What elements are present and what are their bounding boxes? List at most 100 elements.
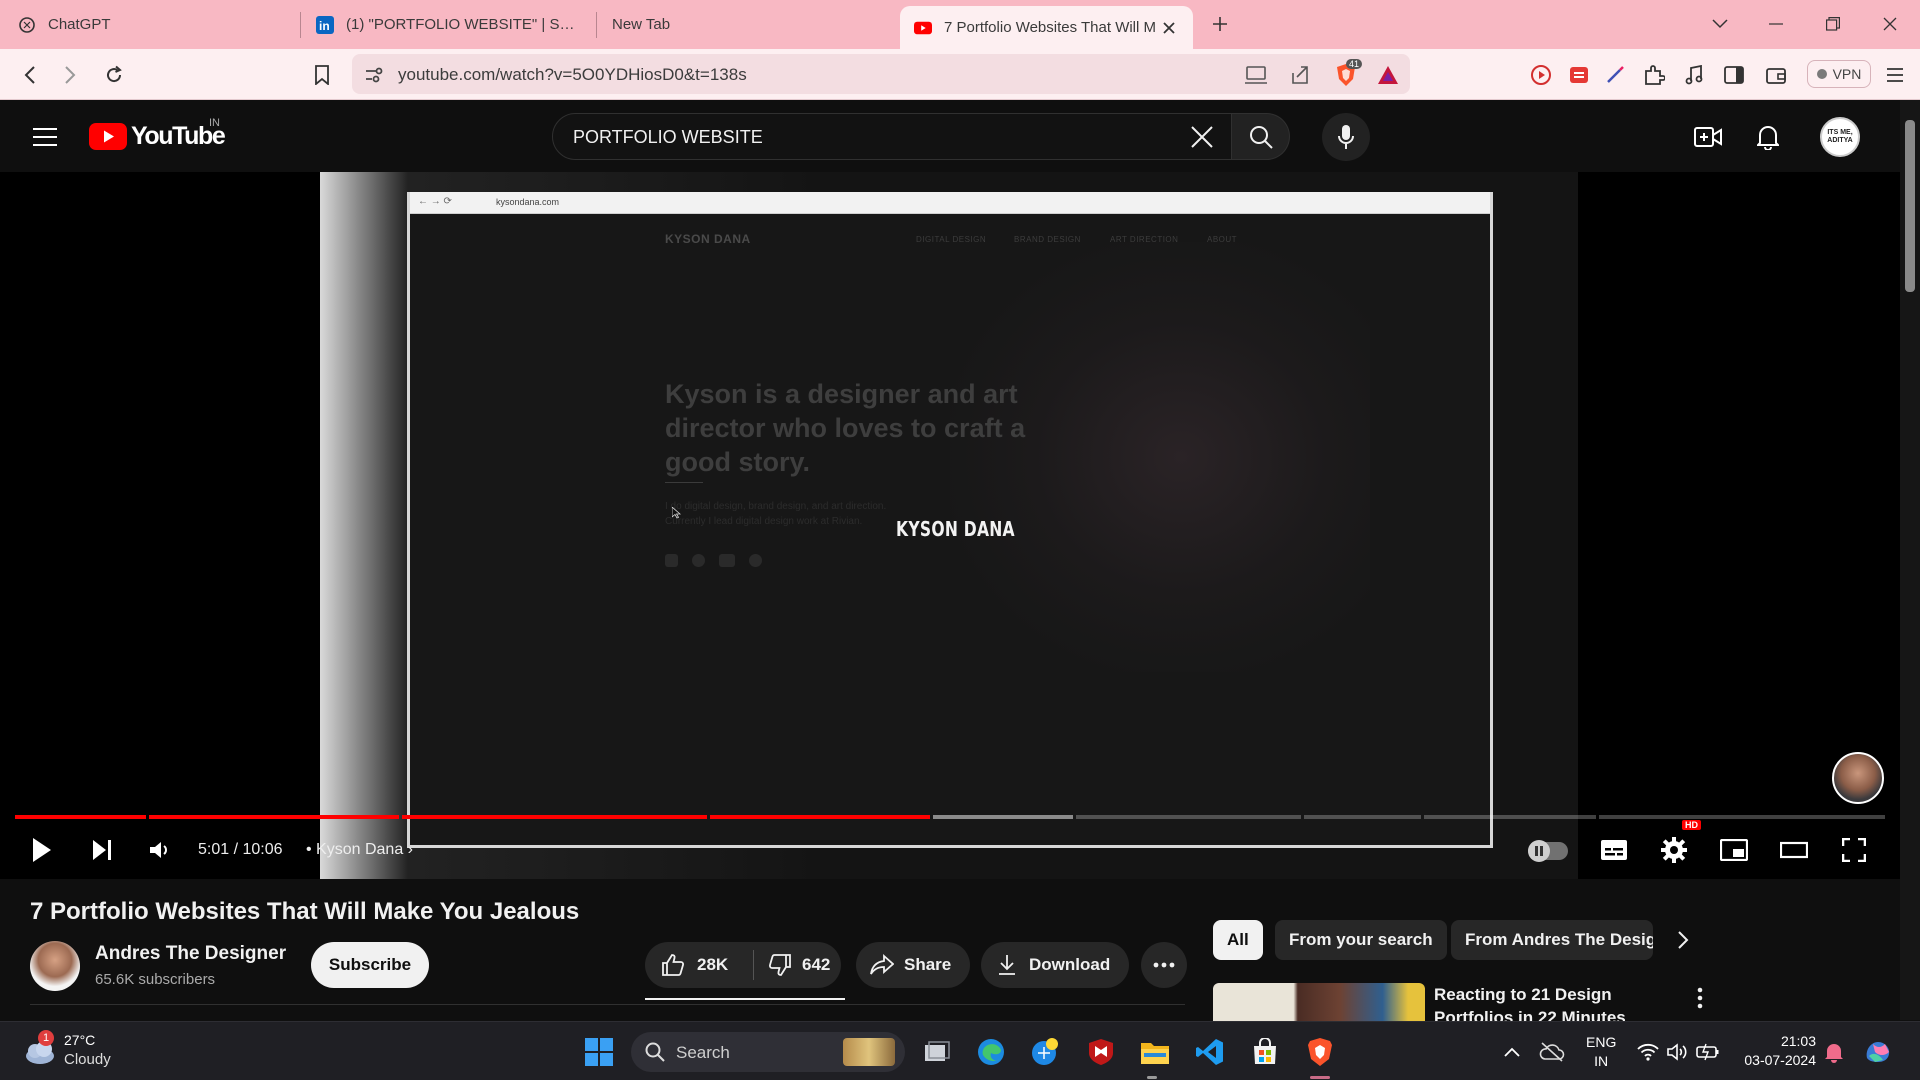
chapter-segment[interactable]: [933, 815, 1073, 819]
pen-extension-icon[interactable]: [1601, 61, 1629, 89]
reload-icon[interactable]: [100, 61, 128, 89]
fullscreen-button[interactable]: [1834, 830, 1874, 870]
clear-search-icon[interactable]: [1189, 124, 1215, 150]
chapter-title[interactable]: • Kyson Dana ›: [306, 841, 413, 859]
onedrive-offline-icon[interactable]: [1536, 1036, 1568, 1068]
related-video-title[interactable]: Reacting to 21 Design Portfolios in 22 M…: [1434, 983, 1664, 1023]
tab-new-tab[interactable]: New Tab: [598, 4, 888, 45]
brave-rewards-icon[interactable]: [1376, 63, 1400, 87]
tab-youtube-active[interactable]: 7 Portfolio Websites That Will M: [900, 6, 1193, 49]
tab-search-chevron-icon[interactable]: [1708, 12, 1732, 36]
chapter-segment[interactable]: [1424, 815, 1596, 819]
windows-start-icon[interactable]: [583, 1036, 615, 1068]
sidebar-icon[interactable]: [1720, 61, 1748, 89]
download-button[interactable]: Download: [981, 942, 1129, 988]
search-highlight-art: [843, 1038, 895, 1066]
like-button[interactable]: 28K: [645, 953, 745, 977]
battery-icon[interactable]: [1692, 1036, 1724, 1068]
channel-avatar[interactable]: [30, 941, 80, 991]
fullscreen-icon: [1842, 838, 1866, 862]
voice-search-button[interactable]: [1322, 113, 1370, 161]
tab-chatgpt[interactable]: ChatGPT: [4, 4, 294, 45]
guide-menu-icon[interactable]: [30, 122, 60, 152]
back-icon[interactable]: [16, 61, 44, 89]
forward-icon[interactable]: [56, 61, 84, 89]
progress-bar[interactable]: [15, 815, 1885, 819]
related-more-icon[interactable]: [1688, 986, 1712, 1010]
record-icon[interactable]: [1527, 61, 1555, 89]
mcafee-icon[interactable]: [1085, 1036, 1117, 1068]
mute-button[interactable]: [140, 830, 180, 870]
extensions-icon[interactable]: [1640, 61, 1668, 89]
chip-from-your-search[interactable]: From your search: [1275, 920, 1447, 960]
vscode-icon[interactable]: [1194, 1036, 1226, 1068]
close-window-icon[interactable]: [1878, 12, 1902, 36]
dislike-button[interactable]: 642: [754, 953, 830, 977]
tab-linkedin[interactable]: in (1) "PORTFOLIO WEBSITE" | Search |: [302, 4, 592, 45]
file-explorer-icon[interactable]: [1139, 1036, 1171, 1068]
theater-mode-button[interactable]: [1774, 830, 1814, 870]
subscribe-button[interactable]: Subscribe: [311, 942, 429, 988]
account-avatar[interactable]: ITS ME, ADITYA: [1820, 117, 1860, 157]
share-page-icon[interactable]: [1288, 63, 1312, 87]
share-button[interactable]: Share: [856, 942, 970, 988]
volume-icon[interactable]: [1662, 1036, 1694, 1068]
system-clock[interactable]: 21:03 03-07-2024: [1740, 1032, 1816, 1070]
search-input[interactable]: PORTFOLIO WEBSITE: [552, 113, 1232, 160]
chapter-segment[interactable]: [710, 815, 930, 819]
restore-icon[interactable]: [1821, 12, 1845, 36]
chapter-segment[interactable]: [15, 815, 146, 819]
task-view-icon[interactable]: [921, 1036, 953, 1068]
copilot-icon[interactable]: [1862, 1036, 1894, 1068]
related-video-thumbnail[interactable]: [1213, 983, 1425, 1023]
menu-icon[interactable]: [1881, 61, 1909, 89]
youtube-logo[interactable]: YouTube IN: [89, 117, 226, 151]
weather-app-icon[interactable]: [1030, 1036, 1062, 1068]
media-icon[interactable]: [1680, 61, 1708, 89]
create-video-icon[interactable]: [1693, 122, 1723, 152]
chapter-segment[interactable]: [1076, 815, 1301, 819]
notifications-bell-icon[interactable]: [1753, 122, 1783, 152]
new-tab-icon[interactable]: [1208, 12, 1232, 36]
chip-all[interactable]: All: [1213, 920, 1263, 960]
vpn-button[interactable]: VPN: [1807, 60, 1871, 88]
address-bar[interactable]: youtube.com/watch?v=5O0YDHiosD0&t=138s 4…: [352, 54, 1410, 94]
channel-name[interactable]: Andres The Designer: [95, 943, 286, 965]
next-video-button[interactable]: [82, 830, 122, 870]
input-language[interactable]: ENG IN: [1586, 1033, 1616, 1071]
taskbar-search[interactable]: Search: [631, 1032, 905, 1072]
extension-red-icon[interactable]: [1565, 61, 1593, 89]
chapter-segment[interactable]: [402, 815, 707, 819]
channel-watermark-avatar[interactable]: [1832, 752, 1884, 804]
show-hidden-icons-chevron-icon[interactable]: [1496, 1036, 1528, 1068]
close-tab-icon[interactable]: [1159, 18, 1179, 38]
site-settings-icon[interactable]: [362, 63, 386, 87]
wallet-icon[interactable]: [1762, 61, 1790, 89]
search-button[interactable]: [1232, 113, 1290, 160]
wifi-icon[interactable]: [1632, 1036, 1664, 1068]
miniplayer-button[interactable]: [1714, 830, 1754, 870]
search-icon: [645, 1042, 665, 1062]
brave-browser-icon[interactable]: [1304, 1036, 1336, 1068]
chapter-segment[interactable]: [1599, 815, 1885, 819]
cast-icon[interactable]: [1244, 63, 1268, 87]
autoplay-toggle[interactable]: [1528, 840, 1568, 862]
subtitles-button[interactable]: [1594, 830, 1634, 870]
bookmark-icon[interactable]: [308, 61, 336, 89]
more-actions-button[interactable]: [1141, 942, 1187, 988]
chip-from-channel[interactable]: From Andres The Designer: [1451, 920, 1653, 960]
chapter-segment[interactable]: [1304, 815, 1421, 819]
page-scrollbar-thumb[interactable]: [1905, 120, 1915, 292]
video-player[interactable]: ← → ⟳ kysondana.com KYSON DANA DIGITAL D…: [0, 172, 1900, 879]
edge-browser-icon[interactable]: [975, 1036, 1007, 1068]
minimize-icon[interactable]: [1764, 12, 1788, 36]
microsoft-store-icon[interactable]: [1249, 1036, 1281, 1068]
chips-next-chevron-icon[interactable]: [1668, 925, 1698, 955]
brave-shields-icon[interactable]: 41: [1334, 59, 1363, 87]
settings-button[interactable]: [1654, 830, 1694, 870]
miniplayer-icon: [1720, 839, 1748, 861]
page-scrollbar[interactable]: [1900, 100, 1920, 1020]
play-button[interactable]: [22, 830, 62, 870]
notification-bell-icon[interactable]: [1818, 1036, 1850, 1068]
chapter-segment[interactable]: [149, 815, 399, 819]
